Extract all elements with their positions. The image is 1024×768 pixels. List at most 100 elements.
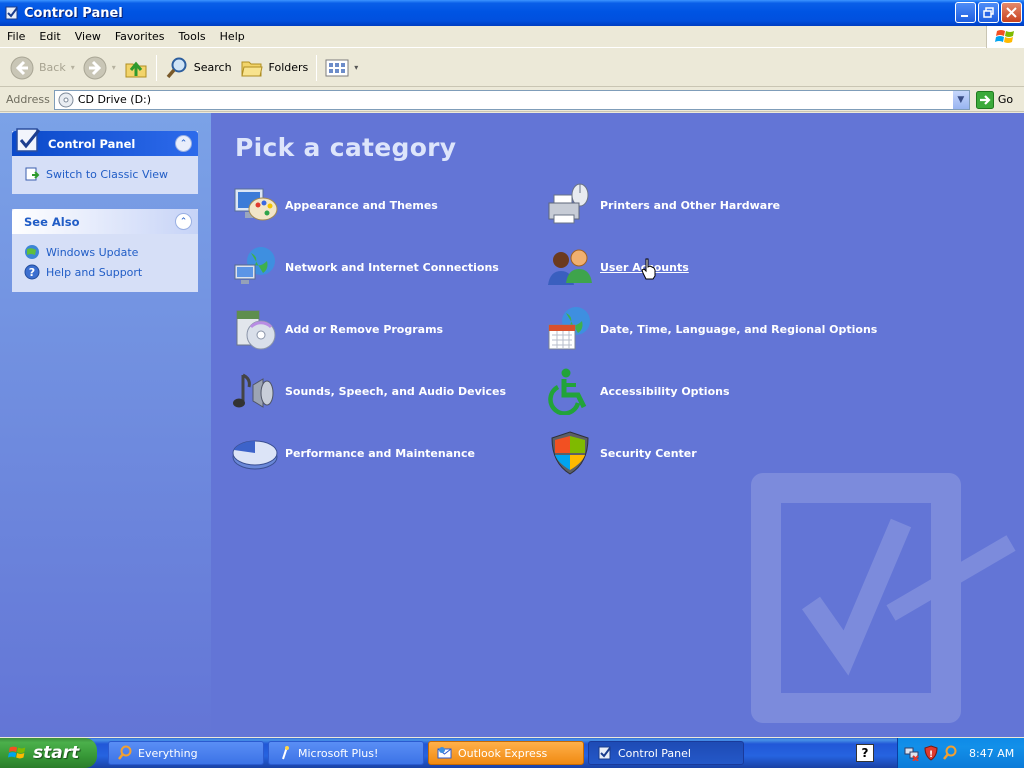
security-center-icon xyxy=(551,431,589,475)
category-view: Pick a category Appearance and Themes Ne… xyxy=(211,113,1024,737)
windows-update-icon xyxy=(25,245,39,259)
svg-text:!: ! xyxy=(929,750,933,760)
category-appearance-themes[interactable]: Appearance and Themes xyxy=(231,181,438,229)
outlook-express-icon xyxy=(437,747,452,759)
category-performance-maintenance[interactable]: Performance and Maintenance xyxy=(231,429,475,477)
task-pane: Control Panel ⌃ Switch to Classic View S… xyxy=(0,113,211,737)
category-date-time-language[interactable]: Date, Time, Language, and Regional Optio… xyxy=(546,305,877,353)
control-panel-icon xyxy=(598,746,611,760)
help-tray-button[interactable]: ? xyxy=(856,744,874,762)
category-add-remove-programs[interactable]: Add or Remove Programs xyxy=(231,305,443,353)
see-also-header[interactable]: See Also ⌃ xyxy=(12,209,198,234)
control-panel-icon xyxy=(5,6,18,20)
menu-bar: File Edit View Favorites Tools Help xyxy=(0,26,1024,48)
sounds-icon xyxy=(233,373,274,408)
chevron-down-icon: ▼ xyxy=(957,94,965,105)
switch-classic-view-link[interactable]: Switch to Classic View xyxy=(24,164,188,184)
see-also-box: See Also ⌃ Windows Update ? Help and Sup… xyxy=(12,209,198,292)
menu-favorites[interactable]: Favorites xyxy=(108,30,172,43)
hand-cursor-icon xyxy=(641,258,656,280)
back-dropdown-icon[interactable]: ▾ xyxy=(71,63,75,72)
menu-file[interactable]: File xyxy=(0,30,32,43)
restore-icon xyxy=(983,7,994,18)
control-panel-box: Control Panel ⌃ Switch to Classic View xyxy=(12,128,198,194)
folders-button[interactable]: Folders xyxy=(236,53,313,83)
help-icon: ? xyxy=(24,264,40,280)
address-bar: Address CD Drive (D:) ▼ Go xyxy=(0,88,1024,112)
close-button[interactable] xyxy=(1001,2,1022,23)
task-microsoft-plus[interactable]: Microsoft Plus! xyxy=(268,741,424,765)
menu-edit[interactable]: Edit xyxy=(32,30,67,43)
windows-update-link[interactable]: Windows Update xyxy=(24,242,188,262)
category-user-accounts[interactable]: User Accounts xyxy=(546,243,689,291)
back-arrow-icon xyxy=(10,56,34,79)
window-title: Control Panel xyxy=(24,5,123,21)
switch-view-icon xyxy=(25,167,40,181)
control-panel-box-body: Switch to Classic View xyxy=(12,156,198,194)
back-button[interactable]: Back ▾ xyxy=(6,53,79,83)
collapse-up-icon[interactable]: ⌃ xyxy=(175,135,192,152)
network-connection-icon[interactable] xyxy=(904,745,920,761)
task-everything[interactable]: Everything xyxy=(108,741,264,765)
add-remove-programs-icon xyxy=(236,310,276,350)
taskbar: start Everything Microsoft Plus! Outlook… xyxy=(0,738,1024,768)
windows-logo-icon xyxy=(994,30,1014,43)
task-outlook-express[interactable]: Outlook Express xyxy=(428,741,584,765)
windows-logo-icon xyxy=(8,746,26,759)
appearance-icon xyxy=(234,188,278,221)
minimize-button[interactable] xyxy=(955,2,976,23)
restore-button[interactable] xyxy=(978,2,999,23)
toolbar: Back ▾ ▾ Search Folders ▾ xyxy=(0,49,1024,87)
up-folder-icon xyxy=(125,61,147,77)
see-also-title: See Also xyxy=(24,214,80,229)
search-button[interactable]: Search xyxy=(161,53,236,83)
category-network-internet[interactable]: Network and Internet Connections xyxy=(231,243,499,291)
see-also-body: Windows Update ? Help and Support xyxy=(12,234,198,292)
control-panel-icon xyxy=(16,128,41,152)
system-tray: ! 8:47 AM xyxy=(897,738,1024,768)
address-input[interactable]: CD Drive (D:) ▼ xyxy=(53,89,970,110)
menu-view[interactable]: View xyxy=(68,30,108,43)
security-alert-icon[interactable]: ! xyxy=(923,745,939,761)
address-label: Address xyxy=(6,93,50,106)
folders-icon xyxy=(240,61,263,76)
printers-icon xyxy=(548,183,589,224)
accessibility-icon xyxy=(548,368,587,415)
category-security-center[interactable]: Security Center xyxy=(546,429,697,477)
up-button[interactable] xyxy=(120,53,152,83)
go-button[interactable]: Go xyxy=(975,90,1014,109)
forward-button[interactable]: ▾ xyxy=(79,53,120,83)
minimize-icon xyxy=(961,15,968,17)
address-value: CD Drive (D:) xyxy=(77,93,152,106)
start-button[interactable]: start xyxy=(0,738,97,768)
menu-help[interactable]: Help xyxy=(213,30,252,43)
question-mark-icon: ? xyxy=(861,746,869,760)
go-label: Go xyxy=(997,93,1014,106)
address-dropdown-button[interactable]: ▼ xyxy=(951,90,969,109)
close-icon xyxy=(1006,7,1017,18)
cd-drive-icon xyxy=(58,92,74,107)
control-panel-watermark-icon xyxy=(751,473,1016,723)
search-icon xyxy=(166,57,187,78)
forward-dropdown-icon[interactable]: ▾ xyxy=(112,63,116,72)
title-bar[interactable]: Control Panel xyxy=(0,0,1024,26)
page-title: Pick a category xyxy=(235,133,457,162)
search-icon[interactable] xyxy=(942,745,958,761)
collapse-up-icon[interactable]: ⌃ xyxy=(175,213,192,230)
views-button[interactable]: ▾ xyxy=(321,53,362,83)
search-icon xyxy=(118,745,132,760)
category-accessibility[interactable]: Accessibility Options xyxy=(546,367,730,415)
date-time-icon xyxy=(548,307,590,350)
microsoft-plus-icon xyxy=(282,746,289,760)
network-icon xyxy=(234,247,275,284)
category-printers-hardware[interactable]: Printers and Other Hardware xyxy=(546,181,780,229)
clock[interactable]: 8:47 AM xyxy=(969,747,1014,760)
help-and-support-link[interactable]: ? Help and Support xyxy=(24,262,188,282)
category-sounds-speech-audio[interactable]: Sounds, Speech, and Audio Devices xyxy=(231,367,506,415)
svg-text:?: ? xyxy=(29,266,35,279)
task-control-panel[interactable]: Control Panel xyxy=(588,741,744,765)
views-dropdown-icon[interactable]: ▾ xyxy=(354,63,358,72)
control-panel-box-title: Control Panel xyxy=(48,136,136,151)
menu-tools[interactable]: Tools xyxy=(172,30,213,43)
performance-icon xyxy=(232,440,278,470)
